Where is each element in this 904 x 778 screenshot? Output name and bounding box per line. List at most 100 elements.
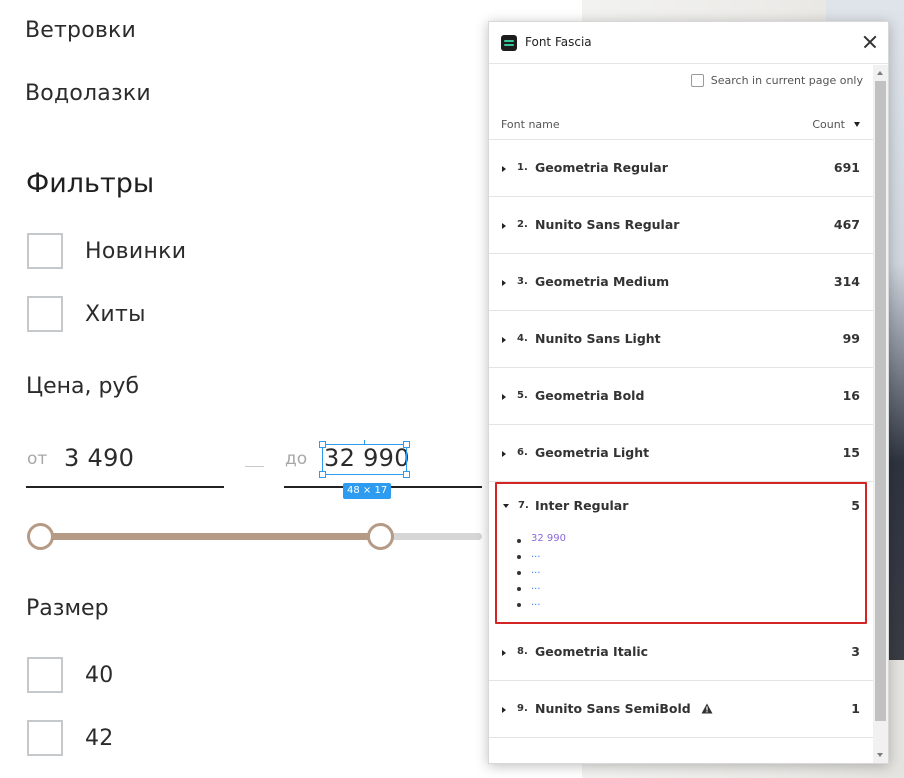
occurrence-link[interactable]: ... (531, 549, 541, 560)
font-index: 1. (517, 162, 528, 173)
inspector-selection-box (319, 440, 410, 478)
font-row-expanded[interactable]: 7. Inter Regular 5 32 990 ... ... ... ..… (495, 482, 867, 624)
selection-size-badge: 48 × 17 (343, 483, 392, 499)
price-slider-fill (40, 533, 381, 540)
font-count: 99 (842, 331, 860, 346)
filters-heading: Фильтры (26, 168, 155, 199)
selection-handle[interactable] (319, 441, 326, 448)
column-count[interactable]: Count (812, 118, 845, 131)
selection-handle[interactable] (319, 471, 326, 478)
font-name: Geometria Regular (535, 160, 668, 175)
font-occurrence-list: 32 990 ... ... ... ... (516, 533, 566, 613)
occurrence-link[interactable]: ... (531, 565, 541, 576)
expand-arrow-icon[interactable] (502, 394, 506, 400)
font-index: 6. (517, 447, 528, 458)
font-index: 4. (517, 333, 528, 344)
font-fascia-logo-icon (501, 35, 517, 51)
price-to-prefix: до (285, 449, 308, 469)
warning-icon[interactable] (701, 703, 713, 714)
font-name: Inter Regular (535, 498, 629, 513)
occurrence-item: ... (516, 565, 566, 581)
font-fascia-popup: Font Fascia Search in current page only … (488, 21, 889, 764)
collapse-arrow-icon[interactable] (503, 504, 509, 508)
popup-header: Font Fascia (489, 22, 888, 64)
font-index: 2. (517, 219, 528, 230)
font-index: 8. (517, 646, 528, 657)
popup-scrollbar[interactable] (873, 65, 888, 763)
price-slider-min-handle[interactable] (27, 523, 54, 550)
checkbox-box[interactable] (27, 657, 63, 693)
column-font-name[interactable]: Font name (501, 118, 560, 131)
sort-descending-icon[interactable] (854, 122, 860, 127)
expand-arrow-icon[interactable] (502, 223, 506, 229)
expand-arrow-icon[interactable] (502, 451, 506, 457)
font-list: 1. Geometria Regular 691 2. Nunito Sans … (489, 140, 873, 738)
expand-arrow-icon[interactable] (502, 650, 506, 656)
font-row[interactable]: 1. Geometria Regular 691 (489, 140, 873, 197)
expand-arrow-icon[interactable] (502, 707, 506, 713)
scroll-down-arrow-icon[interactable] (877, 753, 883, 757)
font-row[interactable]: 3. Geometria Medium 314 (489, 254, 873, 311)
checkbox-label: 42 (85, 725, 114, 751)
font-row[interactable]: 4. Nunito Sans Light 99 (489, 311, 873, 368)
size-heading: Размер (26, 596, 109, 621)
close-icon[interactable] (861, 33, 879, 51)
expand-arrow-icon[interactable] (502, 280, 506, 286)
font-name: Geometria Medium (535, 274, 670, 289)
price-heading: Цена, руб (26, 374, 140, 399)
expand-arrow-icon[interactable] (502, 166, 506, 172)
price-slider-max-handle[interactable] (367, 523, 395, 550)
font-index: 7. (518, 500, 529, 511)
selection-tick (364, 440, 365, 445)
font-row[interactable]: 9. Nunito Sans SemiBold 1 (489, 681, 873, 738)
checkbox-label: Новинки (85, 238, 187, 264)
category-link-windbreakers[interactable]: Ветровки (25, 18, 136, 43)
search-current-page-label[interactable]: Search in current page only (711, 74, 863, 87)
category-link-turtlenecks[interactable]: Водолазки (25, 81, 151, 106)
checkbox-box[interactable] (27, 296, 63, 332)
search-current-page-toggle[interactable]: Search in current page only (690, 74, 863, 87)
selection-handle[interactable] (403, 441, 410, 448)
font-row[interactable]: 6. Geometria Light 15 (489, 425, 873, 482)
selection-handle[interactable] (403, 471, 410, 478)
font-list-header: Font name Count (489, 108, 873, 140)
occurrence-link[interactable]: ... (531, 581, 541, 592)
font-count: 16 (842, 388, 860, 403)
scrollbar-thumb[interactable] (875, 81, 886, 721)
occurrence-link[interactable]: ... (531, 597, 541, 608)
font-count: 15 (842, 445, 860, 460)
font-index: 5. (517, 390, 528, 401)
filter-hits-checkbox[interactable]: Хиты (27, 296, 146, 332)
font-name: Nunito Sans Light (535, 331, 661, 346)
font-count: 3 (851, 644, 860, 659)
price-from-prefix: от (27, 449, 48, 469)
price-from-field[interactable]: от 3 490 (26, 436, 224, 488)
filter-new-checkbox[interactable]: Новинки (27, 233, 186, 269)
search-current-page-checkbox[interactable] (690, 74, 704, 87)
font-row[interactable]: 5. Geometria Bold 16 (489, 368, 873, 425)
font-row[interactable]: 2. Nunito Sans Regular 467 (489, 197, 873, 254)
font-count: 467 (833, 217, 860, 232)
occurrence-item: ... (516, 597, 566, 613)
font-row[interactable]: 8. Geometria Italic 3 (489, 624, 873, 681)
price-from-value[interactable]: 3 490 (64, 444, 134, 472)
size-40-checkbox[interactable]: 40 (27, 657, 114, 693)
font-name: Geometria Bold (535, 388, 645, 403)
occurrence-item: ... (516, 549, 566, 565)
font-name: Geometria Light (535, 445, 650, 460)
price-range-dash (245, 466, 264, 467)
checkbox-box[interactable] (27, 233, 63, 269)
expand-arrow-icon[interactable] (502, 337, 506, 343)
scroll-up-arrow-icon[interactable] (877, 71, 883, 75)
font-name: Nunito Sans SemiBold (535, 701, 691, 716)
occurrence-link[interactable]: 32 990 (531, 533, 566, 544)
size-42-checkbox[interactable]: 42 (27, 720, 114, 756)
font-count: 314 (833, 274, 860, 289)
font-count: 5 (851, 498, 860, 513)
checkbox-label: Хиты (85, 301, 146, 327)
font-count: 691 (833, 160, 860, 175)
font-list-scroll-area[interactable]: Search in current page only Font name Co… (489, 65, 873, 763)
checkbox-box[interactable] (27, 720, 63, 756)
font-count: 1 (851, 701, 860, 716)
occurrence-item: ... (516, 581, 566, 597)
